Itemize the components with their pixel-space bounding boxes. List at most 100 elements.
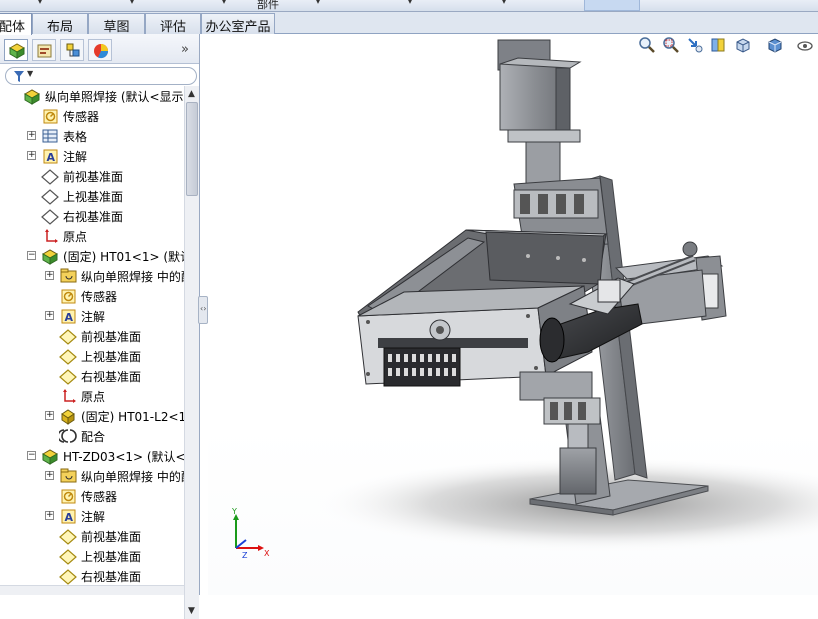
tree-item[interactable]: 传感器 [0,106,184,126]
tree-item[interactable]: − (固定) HT01<1> (默认<显 [0,246,184,266]
dropdown-arrow-icon[interactable]: ▾ [222,0,226,6]
toolbar-label-assembly[interactable]: 部件 [257,0,279,12]
table-icon [42,129,58,143]
collapse-toggle[interactable]: − [27,251,36,260]
tree-item[interactable]: + A 注解 [0,506,184,526]
tree-item[interactable]: − HT-ZD03<1> (默认<显示 [0,446,184,466]
dropdown-arrow-icon[interactable]: ▾ [408,0,412,6]
tab-sketch[interactable]: 草图 [88,13,145,35]
filter-field[interactable]: ▼ [5,67,197,85]
dropdown-arrow-icon[interactable]: ▾ [38,0,42,6]
tree-item-label: 上视基准面 [81,350,142,364]
dropdown-arrow-icon[interactable]: ▾ [502,0,506,6]
sensor-icon [61,289,76,304]
sensor-icon [43,109,58,124]
sensor-icon [61,489,76,504]
tree-item-label: 传感器 [81,490,118,504]
tree-item[interactable]: 上视基准面 [0,186,184,206]
tree-item-label: 右视基准面 [81,570,142,584]
tree-item-label: 传感器 [63,110,100,124]
more-tabs-button[interactable]: » [181,42,189,57]
chevron-down-icon[interactable]: ▼ [27,69,33,78]
assembly-icon [41,249,59,265]
tree-item-label: 右视基准面 [63,210,124,224]
dropdown-arrow-icon[interactable]: ▾ [130,0,134,6]
tree-item[interactable]: 前视基准面 [0,326,184,346]
tree-item[interactable]: 右视基准面 [0,566,184,586]
expand-toggle[interactable]: + [45,311,54,320]
tree-horizontal-scrollbar[interactable] [0,585,184,595]
svg-text:A: A [47,151,56,164]
coordinate-triad: Y X Z [231,507,270,560]
tab-display-manager[interactable] [88,39,112,61]
tree-vertical-scrollbar[interactable]: ▲ ▼ [184,86,199,619]
tree-item[interactable]: 上视基准面 [0,546,184,566]
scroll-down-icon[interactable]: ▼ [188,606,195,616]
tree-item[interactable]: 纵向单照焊接 (默认<显示状 [0,86,184,106]
tab-assembly[interactable]: 配体 [0,13,32,35]
tab-office-products[interactable]: 办公室产品 [201,13,275,35]
tree-item-label: 纵向单照焊接 中的配合 [81,270,184,284]
tree-item[interactable]: 上视基准面 [0,346,184,366]
assembly-icon [23,89,41,105]
tree-item-label: 前视基准面 [63,170,124,184]
tree-item[interactable]: + A 注解 [0,306,184,326]
expand-toggle[interactable]: + [45,511,54,520]
part-icon [61,409,75,425]
tab-layout[interactable]: 布局 [32,13,88,35]
tree-item-label: 配合 [81,430,106,444]
tree-item-label: 右视基准面 [81,370,142,384]
tree-item[interactable]: + (固定) HT01-L2<1> ( [0,406,184,426]
plane-yellow-icon [59,549,77,565]
tree-item-label: 原点 [63,230,88,244]
plane-yellow-icon [59,569,77,585]
tree-item-label: 注解 [81,510,106,524]
tree-item[interactable]: 右视基准面 [0,206,184,226]
tree-item[interactable]: + 纵向单照焊接 中的配合 [0,266,184,286]
mate-folder-icon [60,268,77,283]
tree-item-label: 注解 [81,310,106,324]
expand-toggle[interactable]: + [45,411,54,420]
dropdown-arrow-icon[interactable]: ▾ [316,0,320,6]
tree-item[interactable]: 传感器 [0,286,184,306]
tree-item[interactable]: 前视基准面 [0,166,184,186]
mate-folder-icon [60,468,77,483]
triad-z-label: Z [242,551,248,560]
tree-item[interactable]: 传感器 [0,486,184,506]
display-manager-icon [94,44,109,59]
plane-icon [41,189,59,205]
scroll-thumb[interactable] [186,102,198,196]
origin-icon [45,229,58,243]
tab-evaluate[interactable]: 评估 [145,13,201,35]
tree-item[interactable]: 原点 [0,226,184,246]
tab-feature-manager[interactable] [4,39,28,61]
expand-toggle[interactable]: + [45,471,54,480]
tab-property-manager[interactable] [32,39,56,61]
collapse-toggle[interactable]: − [27,451,36,460]
tree-item[interactable]: 右视基准面 [0,366,184,386]
tab-configuration-manager[interactable] [60,39,84,61]
top-motor [497,39,582,185]
scroll-up-icon[interactable]: ▲ [188,89,195,99]
tree-item[interactable]: + 纵向单照焊接 中的配合 [0,466,184,486]
tree-item[interactable]: + A 注解 [0,146,184,166]
tree-item-label: (固定) HT01-L2<1> ( [81,410,184,424]
toolbar-highlighted-button[interactable] [584,0,640,11]
expand-toggle[interactable]: + [27,151,36,160]
plane-icon [41,209,59,225]
panel-tabs: » [0,34,199,64]
panel-collapse-handle[interactable]: ‹› [198,296,208,324]
tree-item[interactable]: 前视基准面 [0,526,184,546]
tree-item[interactable]: + 表格 [0,126,184,146]
plane-yellow-icon [59,329,77,345]
expand-toggle[interactable]: + [27,131,36,140]
tree-item-label: 上视基准面 [81,550,142,564]
tree-item[interactable]: 原点 [0,386,184,406]
triad-z-axis [235,539,247,549]
tree-item-label: HT-ZD03<1> (默认<显示 [63,450,184,464]
origin-icon [63,389,76,403]
tree-item[interactable]: 配合 [0,426,184,446]
tree-item-label: 原点 [81,390,106,404]
graphics-area[interactable]: Y X Z [208,34,818,595]
expand-toggle[interactable]: + [45,271,54,280]
